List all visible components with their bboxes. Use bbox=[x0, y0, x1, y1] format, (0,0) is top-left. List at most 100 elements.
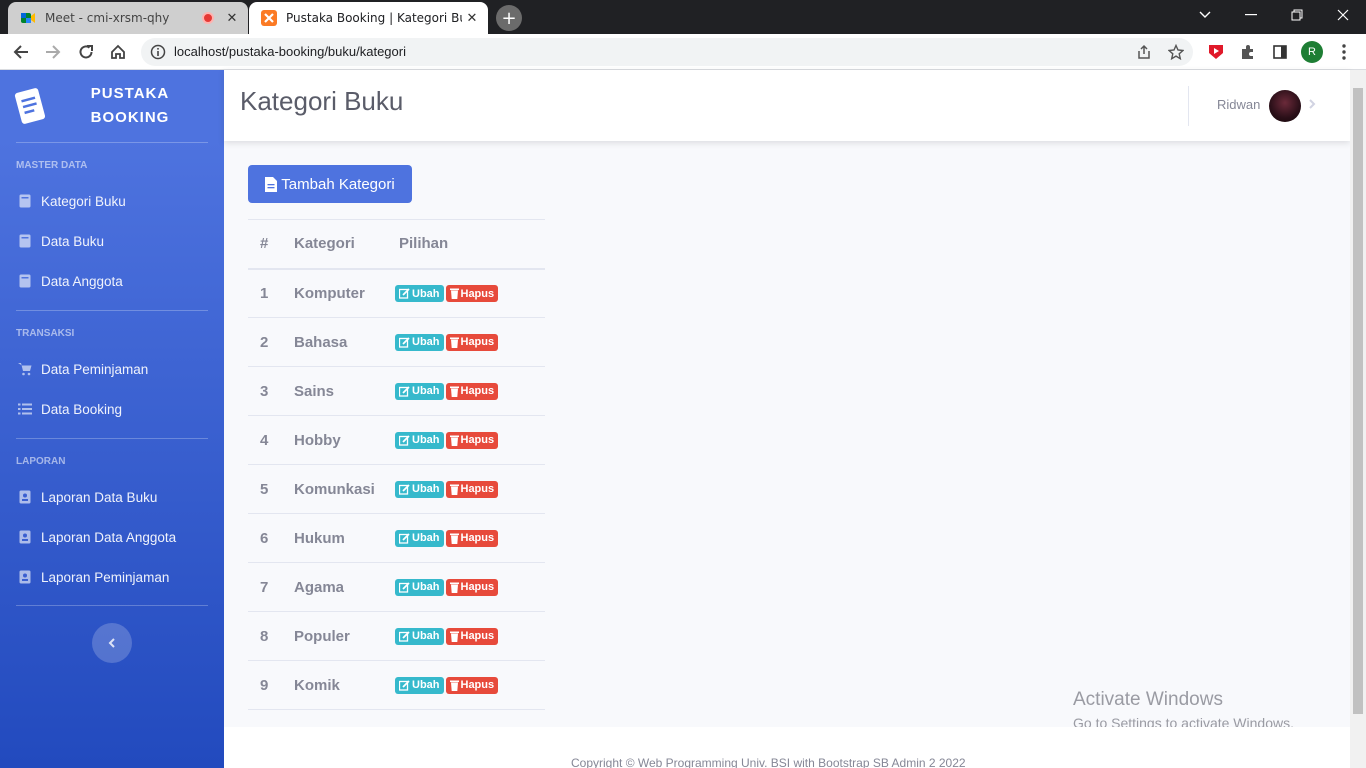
close-tab-icon[interactable]: ✕ bbox=[462, 8, 482, 28]
trash-icon bbox=[449, 631, 459, 642]
edit-label: Ubah bbox=[412, 483, 440, 496]
edit-button[interactable]: Ubah bbox=[395, 578, 444, 596]
delete-label: Hapus bbox=[460, 532, 495, 545]
sidebar-brand[interactable]: PUSTAKA BOOKING bbox=[0, 70, 224, 142]
edit-button[interactable]: Ubah bbox=[395, 333, 444, 351]
tab-pustaka-title: Pustaka Booking | Kategori Buku bbox=[286, 11, 462, 25]
address-bar[interactable]: localhost/pustaka-booking/buku/kategori bbox=[141, 38, 1193, 66]
sidebar-heading-laporan: LAPORAN bbox=[16, 456, 66, 467]
row-kategori: Agama bbox=[282, 562, 387, 612]
side-panel-icon[interactable] bbox=[1269, 41, 1291, 63]
row-number: 1 bbox=[248, 268, 282, 318]
edit-icon bbox=[399, 288, 410, 299]
video-extension-icon[interactable] bbox=[1205, 41, 1227, 63]
page-scrollbar[interactable] bbox=[1350, 70, 1366, 768]
topbar: Kategori Buku Ridwan bbox=[224, 70, 1350, 141]
delete-button[interactable]: Hapus bbox=[445, 285, 499, 303]
edit-label: Ubah bbox=[412, 434, 440, 447]
close-window-icon[interactable] bbox=[1320, 0, 1366, 30]
column-header-pilihan: Pilihan bbox=[387, 219, 545, 270]
delete-button[interactable]: Hapus bbox=[445, 676, 499, 694]
edit-button[interactable]: Ubah bbox=[395, 627, 444, 645]
sidebar-item-data-anggota[interactable]: Data Anggota bbox=[0, 261, 224, 301]
edit-button[interactable]: Ubah bbox=[395, 480, 444, 498]
edit-label: Ubah bbox=[412, 336, 440, 349]
row-number: 9 bbox=[248, 660, 282, 710]
restore-icon[interactable] bbox=[1274, 0, 1320, 30]
row-kategori: Komputer bbox=[282, 268, 387, 318]
edit-icon bbox=[399, 337, 410, 348]
sidebar-toggle-button[interactable] bbox=[92, 623, 132, 663]
minimize-icon[interactable] bbox=[1228, 0, 1274, 30]
chevron-right-icon[interactable] bbox=[1308, 98, 1316, 110]
edit-button[interactable]: Ubah bbox=[395, 382, 444, 400]
share-icon[interactable] bbox=[1136, 44, 1152, 60]
forward-arrow-icon[interactable] bbox=[41, 40, 65, 64]
sidebar-item-data-booking[interactable]: Data Booking bbox=[0, 389, 224, 429]
book-logo-icon bbox=[14, 88, 46, 124]
sidebar-heading-transaksi: TRANSAKSI bbox=[16, 328, 75, 339]
edit-button[interactable]: Ubah bbox=[395, 431, 444, 449]
home-icon[interactable] bbox=[106, 40, 130, 64]
delete-label: Hapus bbox=[460, 483, 495, 496]
new-tab-button[interactable]: + bbox=[496, 5, 522, 31]
row-actions: Ubah Hapus bbox=[387, 366, 545, 416]
delete-button[interactable]: Hapus bbox=[445, 333, 499, 351]
row-number: 5 bbox=[248, 464, 282, 514]
tab-meet[interactable]: Meet - cmi-xrsm-qhy ✕ bbox=[8, 2, 248, 34]
file-icon bbox=[265, 176, 278, 192]
sidebar-item-data-peminjaman[interactable]: Data Peminjaman bbox=[0, 349, 224, 389]
book-icon bbox=[19, 234, 31, 248]
tab-pustaka-booking[interactable]: Pustaka Booking | Kategori Buku ✕ bbox=[249, 2, 488, 34]
user-avatar[interactable] bbox=[1269, 90, 1301, 122]
delete-button[interactable]: Hapus bbox=[445, 480, 499, 498]
extensions-puzzle-icon[interactable] bbox=[1237, 41, 1259, 63]
edit-button[interactable]: Ubah bbox=[395, 529, 444, 547]
trash-icon bbox=[449, 582, 459, 593]
close-tab-icon[interactable]: ✕ bbox=[222, 8, 242, 28]
topbar-divider bbox=[1188, 86, 1189, 126]
sidebar-item-label: Data Buku bbox=[41, 233, 105, 249]
table-row: 8 Populer Ubah Hapus bbox=[248, 611, 545, 661]
bookmark-star-icon[interactable] bbox=[1168, 44, 1184, 60]
add-category-button[interactable]: Tambah Kategori bbox=[248, 165, 412, 203]
profile-avatar[interactable]: R bbox=[1301, 41, 1323, 63]
edit-button[interactable]: Ubah bbox=[395, 285, 444, 303]
scrollbar-thumb[interactable] bbox=[1353, 88, 1363, 714]
delete-button[interactable]: Hapus bbox=[445, 627, 499, 645]
kebab-menu-icon[interactable] bbox=[1333, 41, 1355, 63]
row-number: 8 bbox=[248, 611, 282, 661]
address-toolbar: localhost/pustaka-booking/buku/kategori … bbox=[0, 34, 1366, 70]
delete-button[interactable]: Hapus bbox=[445, 431, 499, 449]
tab-search-icon[interactable] bbox=[1182, 0, 1228, 30]
row-actions: Ubah Hapus bbox=[387, 660, 545, 710]
sidebar-item-kategori-buku[interactable]: Kategori Buku bbox=[0, 181, 224, 221]
edit-button[interactable]: Ubah bbox=[395, 676, 444, 694]
sidebar-item-label: Data Anggota bbox=[41, 273, 123, 289]
row-actions: Ubah Hapus bbox=[387, 562, 545, 612]
chevron-left-icon bbox=[108, 638, 115, 648]
category-table-body: 1 Komputer Ubah Hapus 2 Bahasa Ubah Hapus 3 Sains… bbox=[248, 268, 545, 710]
sidebar-item-label: Data Booking bbox=[41, 401, 123, 417]
delete-button[interactable]: Hapus bbox=[445, 382, 499, 400]
delete-label: Hapus bbox=[460, 336, 495, 349]
row-kategori: Populer bbox=[282, 611, 387, 661]
cart-icon bbox=[18, 363, 32, 376]
user-name[interactable]: Ridwan bbox=[1217, 97, 1260, 112]
delete-button[interactable]: Hapus bbox=[445, 578, 499, 596]
sidebar-item-laporan-data-buku[interactable]: Laporan Data Buku bbox=[0, 477, 224, 517]
column-header-number: # bbox=[248, 219, 282, 270]
site-info-icon[interactable] bbox=[150, 44, 166, 60]
sidebar-item-label: Laporan Data Anggota bbox=[41, 529, 177, 545]
sidebar-item-data-buku[interactable]: Data Buku bbox=[0, 221, 224, 261]
row-number: 3 bbox=[248, 366, 282, 416]
edit-icon bbox=[399, 484, 410, 495]
sidebar-item-label: Data Peminjaman bbox=[41, 361, 149, 377]
sidebar-item-laporan-peminjaman[interactable]: Laporan Peminjaman bbox=[0, 557, 224, 597]
reload-icon[interactable] bbox=[74, 40, 98, 64]
delete-button[interactable]: Hapus bbox=[445, 529, 499, 547]
sidebar-item-laporan-data-anggota[interactable]: Laporan Data Anggota bbox=[0, 517, 224, 557]
list-icon bbox=[18, 403, 32, 415]
back-arrow-icon[interactable] bbox=[9, 40, 33, 64]
row-number: 7 bbox=[248, 562, 282, 612]
